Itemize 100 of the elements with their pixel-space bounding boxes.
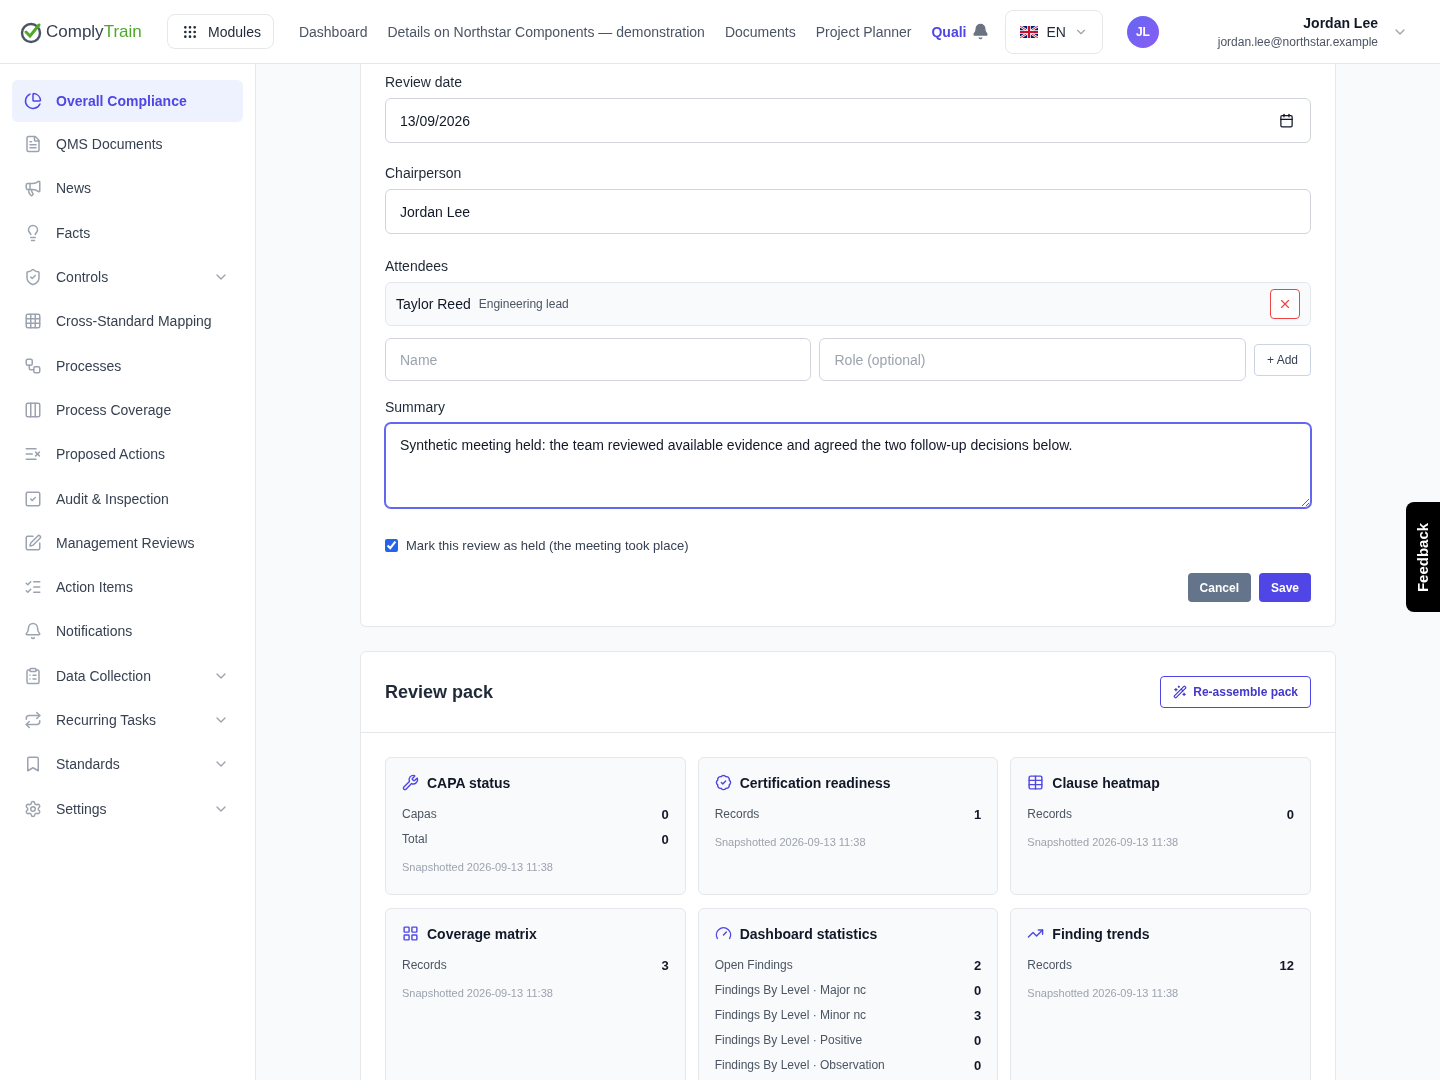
checkbox-label: Mark this review as held (the meeting took place) xyxy=(406,538,689,553)
sidebar-item[interactable]: Management Reviews xyxy=(12,520,243,565)
cancel-button[interactable]: Cancel xyxy=(1187,573,1251,602)
stat-value: 0 xyxy=(974,1033,982,1048)
logo-text: ComplyTrain xyxy=(46,21,142,42)
sidebar-item[interactable]: Controls xyxy=(12,254,243,300)
tile-title: Coverage matrix xyxy=(427,925,537,942)
field-label: Summary xyxy=(385,399,446,415)
reassemble-button[interactable]: Re-assemble pack xyxy=(1160,676,1311,708)
attendee-name: Taylor Reed xyxy=(396,296,471,312)
input-field[interactable]: Jordan Lee xyxy=(385,189,1311,234)
shield-check-icon xyxy=(24,268,42,287)
sidebar-item[interactable]: Cross-Standard Mapping xyxy=(12,299,243,344)
save-button[interactable]: Save xyxy=(1258,573,1311,602)
nav-link[interactable]: Project Planner xyxy=(815,23,912,40)
stat-value: 1 xyxy=(974,807,982,822)
sidebar-item[interactable]: Proposed Actions xyxy=(12,432,243,477)
date-field[interactable]: 13/09/2026 xyxy=(385,98,1311,143)
stat-label: Findings By Level · Positive xyxy=(714,1033,863,1048)
user-name: Jordan Lee xyxy=(1303,14,1378,31)
stat-label: Records xyxy=(714,807,760,822)
sidebar-item[interactable]: Audit & Inspection xyxy=(12,476,243,521)
language-selector[interactable]: EN xyxy=(1005,9,1103,54)
stat-value: 2 xyxy=(974,958,982,973)
stat-value: 3 xyxy=(974,1008,982,1023)
nav-link[interactable]: Quali xyxy=(931,23,967,40)
clipboard-icon xyxy=(24,666,42,685)
workflow-icon xyxy=(24,356,42,375)
badge-icon xyxy=(714,774,732,791)
sidebar-item[interactable]: News xyxy=(12,166,243,211)
stat-label: Capas xyxy=(402,807,437,822)
bell-icon[interactable] xyxy=(972,23,990,40)
sidebar-item[interactable]: Action Items xyxy=(12,564,243,610)
stat-label: Findings By Level · Major nc xyxy=(714,983,867,998)
role-field[interactable]: Role (optional) xyxy=(819,338,1246,381)
snapshot-time: Snapshotted 2026-09-13 11:38 xyxy=(402,987,554,999)
bookmark-icon xyxy=(24,755,42,774)
stat-label: Findings By Level · Minor nc xyxy=(714,1008,867,1023)
repeat-icon xyxy=(24,711,42,729)
stat-label: Open Findings xyxy=(714,958,793,973)
magic-wand-icon xyxy=(1173,685,1188,699)
sidebar-item[interactable]: Notifications xyxy=(12,609,243,654)
stat-value: 0 xyxy=(974,983,982,998)
tile-title: Clause heatmap xyxy=(1052,774,1160,791)
sidebar-item[interactable]: Standards xyxy=(12,742,243,787)
section-title: Review pack xyxy=(385,681,494,703)
wrench-icon xyxy=(402,774,419,791)
tile-title: Dashboard statistics xyxy=(739,925,878,942)
flag-icon xyxy=(1020,25,1039,38)
stat-label: Records xyxy=(1027,958,1072,973)
field-label: Chairperson xyxy=(385,165,463,181)
settings-icon xyxy=(24,799,42,818)
field-label: Attendees xyxy=(385,258,450,274)
feedback-tab[interactable]: Feedback xyxy=(1406,502,1440,612)
megaphone-icon xyxy=(24,179,42,198)
stat-value: 0 xyxy=(1286,807,1294,822)
summary-field[interactable]: Synthetic meeting held: the team reviewed available evidence and agreed the two follow-up decisions below. xyxy=(385,423,1311,508)
tile-title: Finding trends xyxy=(1052,925,1150,942)
held-checkbox[interactable] xyxy=(385,539,398,552)
sidebar-item[interactable]: Recurring Tasks xyxy=(12,697,243,743)
sidebar-item[interactable]: Overall Compliance xyxy=(12,80,243,122)
sidebar-item[interactable]: QMS Documents xyxy=(12,122,243,167)
stat-label: Records xyxy=(1027,807,1072,822)
document-icon xyxy=(24,135,42,154)
gauge-icon xyxy=(714,925,732,942)
snapshot-time: Snapshotted 2026-09-13 11:38 xyxy=(714,836,867,848)
nav-link[interactable]: Documents xyxy=(724,23,796,40)
modules-button[interactable]: Modules xyxy=(167,14,274,49)
sidebar-item[interactable]: Data Collection xyxy=(12,653,243,698)
tile-title: Certification readiness xyxy=(739,774,891,791)
stat-value: 0 xyxy=(661,832,669,847)
calendar-icon[interactable] xyxy=(1279,113,1294,128)
nav-link[interactable]: Dashboard xyxy=(298,23,368,40)
stat-value: 3 xyxy=(661,958,669,973)
nav-link[interactable]: Details on Northstar Components — demonstration xyxy=(387,23,705,40)
stat-label: Records xyxy=(402,958,447,973)
tile-title: CAPA status xyxy=(427,774,511,791)
remove-button[interactable] xyxy=(1270,289,1300,319)
user-avatar[interactable]: JL xyxy=(1126,15,1159,48)
sidebar-item[interactable]: Facts xyxy=(12,210,243,255)
snapshot-time: Snapshotted 2026-09-13 11:38 xyxy=(402,861,554,873)
stat-label: Findings By Level · Observation xyxy=(714,1058,885,1073)
sidebar-item[interactable]: Processes xyxy=(12,343,243,388)
stat-value: 0 xyxy=(661,807,669,822)
close-icon xyxy=(1278,297,1292,311)
sidebar-item[interactable]: Settings xyxy=(12,786,243,831)
stat-label: Total xyxy=(402,832,428,847)
stat-value: 0 xyxy=(974,1058,982,1073)
columns-icon xyxy=(24,400,42,419)
grid-icon xyxy=(402,925,419,942)
sidebar-item[interactable]: Process Coverage xyxy=(12,387,243,433)
checkbox-icon xyxy=(24,489,42,508)
add-button[interactable]: + Add xyxy=(1253,343,1311,376)
field-label: Review date xyxy=(385,74,464,90)
attendee-role: Engineering lead xyxy=(478,297,570,311)
snapshot-time: Snapshotted 2026-09-13 11:38 xyxy=(1027,836,1180,848)
stat-value: 12 xyxy=(1279,958,1294,973)
snapshot-time: Snapshotted 2026-09-13 11:38 xyxy=(1027,987,1180,999)
pie-chart-icon xyxy=(24,92,42,110)
name-field[interactable]: Name xyxy=(385,338,812,381)
